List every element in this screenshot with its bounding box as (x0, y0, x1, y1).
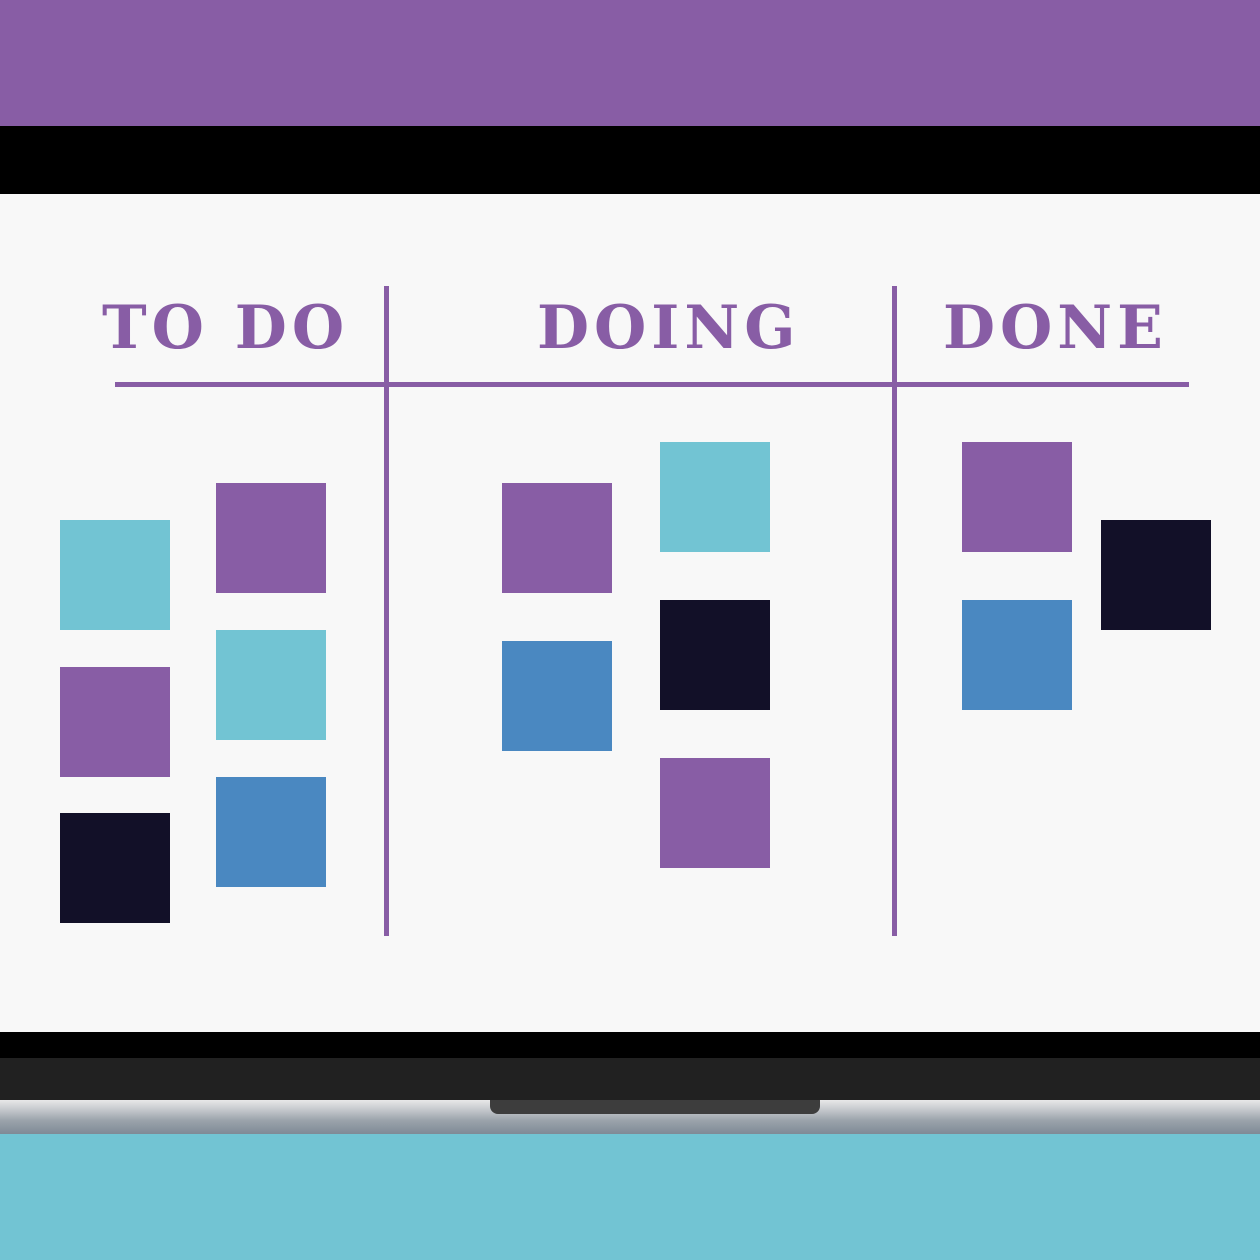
laptop-bezel-top (0, 126, 1260, 194)
done-card[interactable] (1101, 520, 1211, 630)
column-title-todo: TO DO (102, 293, 350, 363)
doing-card[interactable] (660, 442, 770, 552)
top-banner (0, 0, 1260, 126)
desk-surface (0, 1134, 1260, 1260)
header-divider (115, 382, 1189, 387)
doing-card[interactable] (660, 758, 770, 868)
column-divider-1 (384, 286, 389, 936)
todo-card[interactable] (60, 813, 170, 923)
column-divider-2 (892, 286, 897, 936)
laptop-screen: TO DO DOING DONE (0, 194, 1260, 1032)
laptop-bezel-bottom (0, 1032, 1260, 1058)
column-title-done: DONE (943, 293, 1168, 363)
todo-card[interactable] (216, 777, 326, 887)
laptop-opening-notch (490, 1100, 820, 1114)
todo-card[interactable] (216, 630, 326, 740)
column-title-doing: DOING (537, 293, 801, 363)
doing-card[interactable] (502, 641, 612, 751)
todo-card[interactable] (216, 483, 326, 593)
todo-card[interactable] (60, 667, 170, 777)
doing-card[interactable] (660, 600, 770, 710)
done-card[interactable] (962, 600, 1072, 710)
todo-card[interactable] (60, 520, 170, 630)
laptop-hinge (0, 1058, 1260, 1100)
done-card[interactable] (962, 442, 1072, 552)
doing-card[interactable] (502, 483, 612, 593)
